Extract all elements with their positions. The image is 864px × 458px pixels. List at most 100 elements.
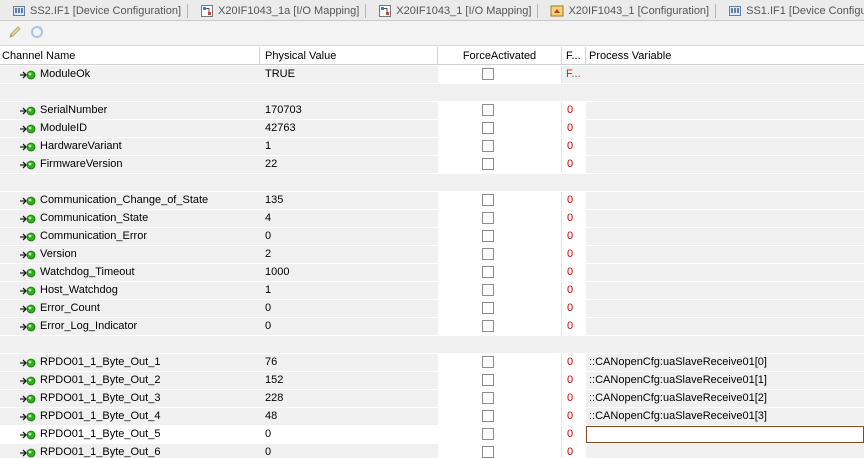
force-value-cell[interactable]: 0	[562, 354, 586, 371]
force-activated-checkbox[interactable]	[482, 320, 494, 332]
channel-row[interactable]: Communication_Error 0 0	[0, 228, 864, 246]
channel-name-cell[interactable]: Watchdog_Timeout	[0, 264, 260, 281]
force-activated-checkbox[interactable]	[482, 374, 494, 386]
channel-name-cell[interactable]: Host_Watchdog	[0, 282, 260, 299]
force-value-cell[interactable]: 0	[562, 318, 586, 335]
editor-tab-4[interactable]: X20IF1043_1 [Configuration]	[538, 0, 715, 20]
channel-name-cell[interactable]: RPDO01_1_Byte_Out_2	[0, 372, 260, 389]
channel-row[interactable]: Error_Log_Indicator 0 0	[0, 318, 864, 336]
force-activated-checkbox[interactable]	[482, 428, 494, 440]
force-value-cell[interactable]: 0	[562, 444, 586, 458]
channel-row[interactable]: Error_Count 0 0	[0, 300, 864, 318]
force-activated-checkbox[interactable]	[482, 266, 494, 278]
force-value-cell[interactable]: 0	[562, 192, 586, 209]
process-variable-cell[interactable]	[586, 210, 864, 227]
channel-row[interactable]: FirmwareVersion 22 0	[0, 156, 864, 174]
channel-row[interactable]: RPDO01_1_Byte_Out_3 228 0::CANopenCfg:uaSl…	[0, 390, 864, 408]
channel-row[interactable]: ModuleOk TRUE F...	[0, 66, 864, 84]
force-activated-checkbox[interactable]	[482, 194, 494, 206]
force-activated-checkbox[interactable]	[482, 392, 494, 404]
process-variable-cell[interactable]	[586, 192, 864, 209]
force-value-cell[interactable]: 0	[562, 372, 586, 389]
force-value-cell[interactable]: 0	[562, 246, 586, 263]
channel-row[interactable]: RPDO01_1_Byte_Out_5 0 0	[0, 426, 864, 444]
channel-row[interactable]: Version 2 0	[0, 246, 864, 264]
force-activated-checkbox[interactable]	[482, 446, 494, 458]
column-header-force-activated[interactable]: ForceActivated	[438, 47, 562, 65]
column-header-channel-name[interactable]: Channel Name	[0, 47, 260, 65]
process-variable-cell[interactable]	[586, 300, 864, 317]
editor-tab-2[interactable]: X20IF1043_1a [I/O Mapping]	[188, 0, 365, 20]
force-activated-checkbox[interactable]	[482, 356, 494, 368]
channel-row[interactable]: RPDO01_1_Byte_Out_4 48 0::CANopenCfg:uaSla…	[0, 408, 864, 426]
refresh-tool-button[interactable]	[28, 24, 46, 42]
force-activated-checkbox[interactable]	[482, 230, 494, 242]
force-value-cell[interactable]: 0	[562, 156, 586, 173]
force-value-cell[interactable]: F...	[562, 66, 586, 83]
process-variable-cell[interactable]	[586, 66, 864, 83]
channel-name-cell[interactable]: RPDO01_1_Byte_Out_1	[0, 354, 260, 371]
channel-name-cell[interactable]: Communication_State	[0, 210, 260, 227]
process-variable-cell[interactable]	[586, 120, 864, 137]
force-activated-checkbox[interactable]	[482, 68, 494, 80]
force-value-cell[interactable]: 0	[562, 426, 586, 443]
column-header-physical-value[interactable]: Physical Value	[260, 47, 438, 65]
process-variable-cell[interactable]	[586, 102, 864, 119]
force-value-cell[interactable]: 0	[562, 210, 586, 227]
pencil-tool-button[interactable]	[6, 24, 24, 42]
process-variable-cell[interactable]: ::CANopenCfg:uaSlaveReceive01[1]	[586, 372, 864, 389]
channel-row[interactable]: RPDO01_1_Byte_Out_2 152 0::CANopenCfg:uaSl…	[0, 372, 864, 390]
process-variable-cell[interactable]	[586, 426, 864, 443]
editor-tab-3[interactable]: X20IF1043_1 [I/O Mapping]	[366, 0, 537, 20]
process-variable-cell[interactable]	[586, 246, 864, 263]
force-value-cell[interactable]: 0	[562, 120, 586, 137]
channel-row[interactable]: Watchdog_Timeout 1000 0	[0, 264, 864, 282]
force-value-cell[interactable]: 0	[562, 282, 586, 299]
channel-name-cell[interactable]: RPDO01_1_Byte_Out_4	[0, 408, 260, 425]
process-variable-cell[interactable]	[586, 264, 864, 281]
channel-name-cell[interactable]: SerialNumber	[0, 102, 260, 119]
process-variable-cell[interactable]: ::CANopenCfg:uaSlaveReceive01[2]	[586, 390, 864, 407]
force-activated-checkbox[interactable]	[482, 122, 494, 134]
force-value-cell[interactable]: 0	[562, 390, 586, 407]
channel-row[interactable]: Host_Watchdog 1 0	[0, 282, 864, 300]
process-variable-cell[interactable]	[586, 282, 864, 299]
force-value-cell[interactable]: 0	[562, 138, 586, 155]
force-activated-checkbox[interactable]	[482, 212, 494, 224]
channel-name-cell[interactable]: ModuleOk	[0, 66, 260, 83]
force-activated-checkbox[interactable]	[482, 248, 494, 260]
process-variable-cell[interactable]	[586, 318, 864, 335]
process-variable-cell[interactable]	[586, 138, 864, 155]
channel-name-cell[interactable]: ModuleID	[0, 120, 260, 137]
channel-name-cell[interactable]: RPDO01_1_Byte_Out_3	[0, 390, 260, 407]
force-activated-checkbox[interactable]	[482, 158, 494, 170]
process-variable-cell[interactable]: ::CANopenCfg:uaSlaveReceive01[0]	[586, 354, 864, 371]
process-variable-cell[interactable]	[586, 228, 864, 245]
channel-name-cell[interactable]: Communication_Change_of_State	[0, 192, 260, 209]
force-value-cell[interactable]: 0	[562, 228, 586, 245]
channel-name-cell[interactable]: Version	[0, 246, 260, 263]
channel-row[interactable]: ModuleID 42763 0	[0, 120, 864, 138]
channel-row[interactable]: Communication_Change_of_State 135 0	[0, 192, 864, 210]
process-variable-cell[interactable]	[586, 444, 864, 458]
channel-name-cell[interactable]: Error_Log_Indicator	[0, 318, 260, 335]
channel-name-cell[interactable]: HardwareVariant	[0, 138, 260, 155]
force-activated-checkbox[interactable]	[482, 284, 494, 296]
channel-row[interactable]: Communication_State 4 0	[0, 210, 864, 228]
force-activated-checkbox[interactable]	[482, 104, 494, 116]
process-variable-cell[interactable]	[586, 156, 864, 173]
force-value-cell[interactable]: 0	[562, 408, 586, 425]
channel-row[interactable]: RPDO01_1_Byte_Out_6 0 0	[0, 444, 864, 458]
editor-tab-1[interactable]: SS2.IF1 [Device Configuration]	[0, 0, 187, 20]
column-header-process-variable[interactable]: Process Variable	[586, 47, 864, 65]
channel-row[interactable]: HardwareVariant 1 0	[0, 138, 864, 156]
editor-tab-5[interactable]: SS1.IF1 [Device Configura	[716, 0, 864, 20]
force-value-cell[interactable]: 0	[562, 300, 586, 317]
force-value-cell[interactable]: 0	[562, 264, 586, 281]
column-header-force-value[interactable]: F...	[562, 47, 586, 65]
channel-name-cell[interactable]: Communication_Error	[0, 228, 260, 245]
channel-name-cell[interactable]: FirmwareVersion	[0, 156, 260, 173]
channel-name-cell[interactable]: RPDO01_1_Byte_Out_5	[0, 426, 260, 443]
force-value-cell[interactable]: 0	[562, 102, 586, 119]
channel-name-cell[interactable]: RPDO01_1_Byte_Out_6	[0, 444, 260, 458]
